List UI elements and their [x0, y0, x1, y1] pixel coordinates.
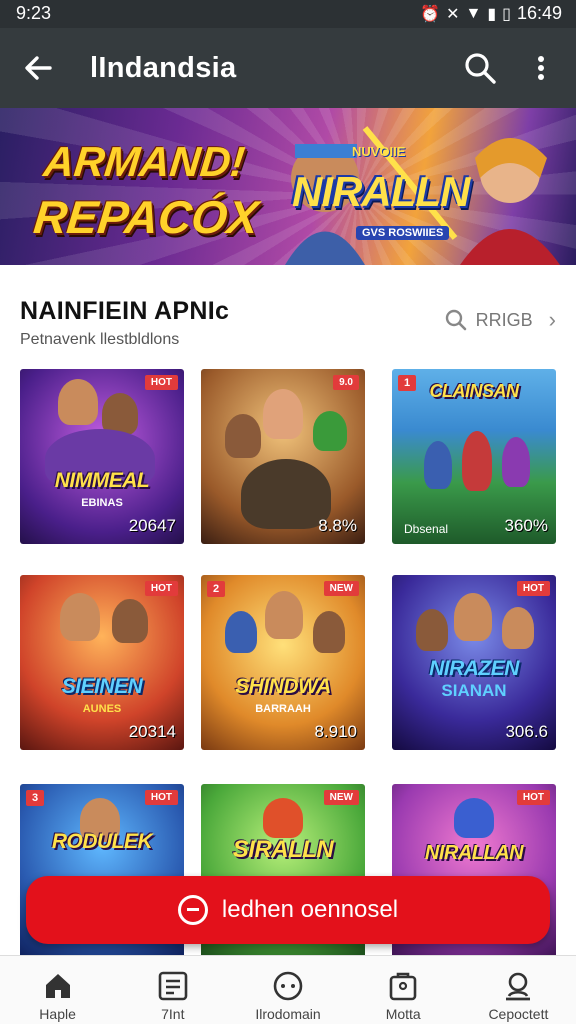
profile-icon [506, 972, 531, 1001]
signal-icon: ▮ [487, 5, 497, 23]
primary-action-button[interactable]: ledhen oennosel [26, 876, 550, 944]
banner-logo: NIRALLN [292, 168, 470, 215]
tile-badge: NEW [323, 790, 359, 805]
tile-title: NIMMEAL [54, 469, 150, 492]
nav-item-explore[interactable]: Ilrodomain [230, 956, 345, 1024]
tile-rank-badge: 2 [207, 581, 226, 597]
tile-number: 20314 [128, 722, 176, 741]
bag-icon [389, 972, 417, 1001]
section-subtitle: Petnavenk llestbldlons [20, 331, 180, 348]
nav-label: Ilrodomain [255, 1006, 321, 1022]
banner-logo-subtitle: GVS ROSWIIES [356, 226, 450, 240]
tile-badge: HOT [516, 581, 550, 596]
section-action-label: RRIGB [475, 309, 533, 330]
nav-item-bag[interactable]: Motta [346, 956, 461, 1024]
tile-badge: HOT [144, 790, 178, 805]
chat-icon [177, 895, 208, 925]
nav-label: Cepoctett [488, 1006, 549, 1022]
tile-badge: 9.0 [333, 375, 359, 390]
status-right-time: 16:49 [516, 3, 562, 23]
tile-title: SHINDWA [235, 675, 331, 698]
tile-badge: HOT [516, 790, 550, 805]
tile-title: NIRALLAN [424, 842, 524, 864]
tile-badge: HOT [144, 581, 178, 596]
status-time: 9:23 [16, 3, 52, 23]
nav-label: 7Int [161, 1006, 185, 1022]
promo-banner[interactable]: ARMAND! REPACÓX NUVOIIE NIRALLN GVS ROSW… [0, 108, 576, 265]
game-tile[interactable]: 9.0 8.8% [201, 369, 365, 544]
tile-number: 360% [504, 516, 548, 535]
status-icons: ⏰ ✕ ▼ ▮ ▯ 16:49 [420, 3, 562, 24]
tile-badge: HOT [144, 375, 178, 390]
tile-subtitle: SIANAN [441, 681, 507, 700]
tile-badge: NEW [323, 581, 359, 596]
tile-rank-badge: 3 [26, 790, 45, 806]
primary-action-label: ledhen oennosel [221, 896, 399, 923]
game-tile[interactable]: HOT SIEINEN AUNES 20314 [20, 575, 184, 750]
tile-title: SIEINEN [61, 675, 143, 698]
tile-number: 8.910 [314, 722, 357, 741]
bottom-nav: Haple 7Int Ilrodomain Motta Cepoctett [0, 955, 576, 1024]
list-icon [158, 971, 188, 1001]
tile-title: RODULEK [51, 830, 153, 853]
more-options-icon[interactable] [526, 50, 556, 86]
nav-label: Motta [385, 1006, 421, 1022]
page-title: lIndandsia [90, 52, 237, 84]
wifi-icon: ▼ [465, 4, 482, 22]
banner-headline-2: REPACÓX [31, 191, 261, 243]
tile-subtitle: AUNES [82, 703, 122, 715]
search-small-icon [445, 309, 466, 331]
tile-title: SIRALLN [232, 836, 334, 863]
section-search-button[interactable]: RRIGB › [444, 307, 556, 333]
tile-number: 8.8% [318, 516, 357, 535]
tile-title: NIRAZEN [429, 657, 519, 680]
mute-icon: ✕ [446, 5, 460, 23]
tile-number: 306.6 [505, 722, 548, 741]
banner-logo-top: NUVOIIE [352, 144, 406, 159]
section-title: NAINFIEIN APNIc [20, 297, 230, 325]
alarm-icon: ⏰ [420, 5, 441, 23]
game-tile[interactable]: HOT NIMMEAL EBINAS 20647 [20, 369, 184, 544]
search-icon[interactable] [462, 50, 498, 86]
tile-subtitle: EBINAS [81, 497, 123, 509]
game-tile[interactable]: 1 CLAINSAN Dbsenal 360% [392, 369, 556, 544]
app-bar: lIndandsia [0, 28, 576, 108]
game-tile[interactable]: HOT NIRAZEN SIANAN 306.6 [392, 575, 556, 750]
nav-item-home[interactable]: Haple [0, 956, 115, 1024]
nav-item-list[interactable]: 7Int [115, 956, 230, 1024]
tile-subtitle: BARRAAH [255, 703, 311, 715]
tile-number: 20647 [128, 516, 176, 535]
tile-title: CLAINSAN [429, 381, 520, 401]
banner-headline-1: ARMAND! [41, 138, 248, 185]
battery-icon: ▯ [502, 5, 511, 23]
nav-item-profile[interactable]: Cepoctett [461, 956, 576, 1024]
status-bar: 9:23 ⏰ ✕ ▼ ▮ ▯ 16:49 [0, 0, 576, 28]
nav-label: Haple [39, 1006, 76, 1022]
chevron-right-icon: › [548, 307, 556, 332]
home-icon [45, 974, 70, 998]
tile-label: Dbsenal [404, 522, 449, 536]
game-tile[interactable]: 2 NEW SHINDWA BARRAAH 8.910 [201, 575, 365, 750]
compass-icon [273, 971, 303, 1001]
back-arrow-icon[interactable] [20, 50, 56, 86]
